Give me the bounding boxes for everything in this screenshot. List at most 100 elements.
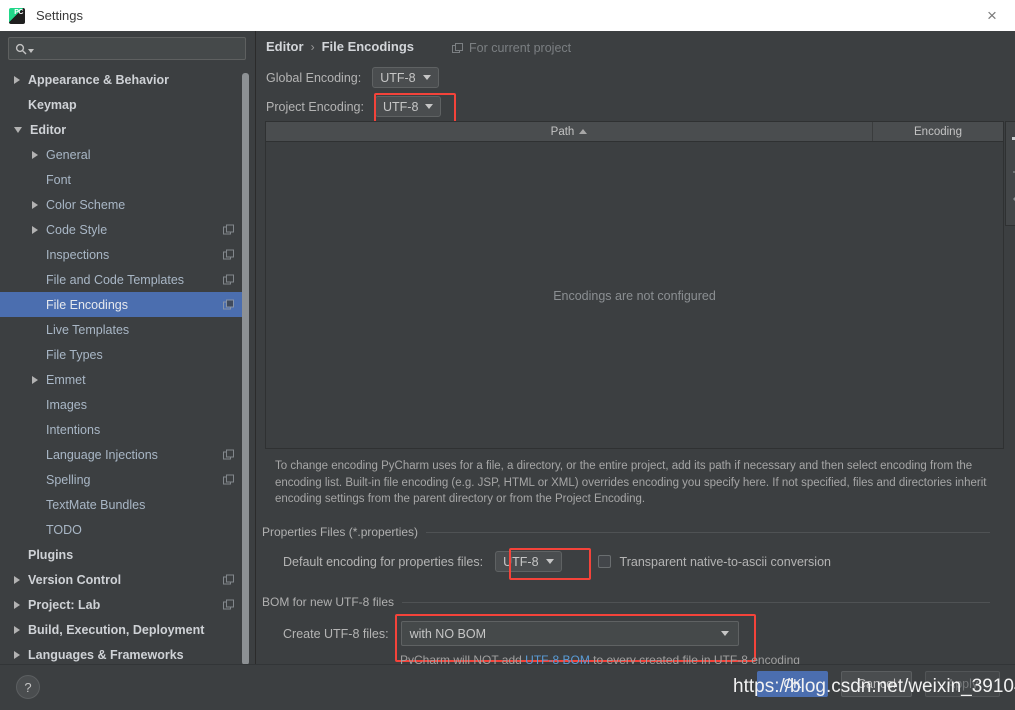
bom-create-select[interactable]: with NO BOM (400, 621, 739, 646)
add-button[interactable] (1005, 122, 1015, 155)
transparent-conversion-checkbox[interactable] (597, 555, 611, 568)
sidebar-item-emmet[interactable]: Emmet (0, 367, 248, 392)
breadcrumb-separator-icon: › (310, 39, 315, 54)
sidebar-item-spelling[interactable]: Spelling (0, 467, 248, 492)
project-scope-icon (223, 474, 234, 485)
sidebar-item-font[interactable]: Font (0, 167, 248, 192)
sidebar-item-label: Appearance & Behavior (28, 72, 170, 87)
sidebar-item-label: TODO (46, 522, 82, 537)
sidebar-item-color-scheme[interactable]: Color Scheme (0, 192, 248, 217)
chevron-right-icon[interactable] (14, 75, 20, 84)
search-input[interactable] (38, 41, 245, 56)
section-divider (402, 601, 990, 603)
chevron-right-icon[interactable] (14, 625, 20, 634)
sidebar-item-label: Code Style (46, 222, 108, 237)
sidebar-item-images[interactable]: Images (0, 392, 248, 417)
bom-create-row: Create UTF-8 files: with NO BOM (283, 621, 739, 646)
sidebar-item-editor[interactable]: Editor (0, 117, 248, 142)
chevron-right-icon[interactable] (32, 225, 38, 234)
sidebar-item-todo[interactable]: TODO (0, 517, 248, 542)
sidebar-item-label: Languages & Frameworks (28, 647, 184, 662)
sidebar-item-code-style[interactable]: Code Style (0, 217, 248, 242)
edit-button[interactable] (1005, 188, 1015, 221)
scope-note: For current project (452, 41, 571, 55)
sidebar-item-plugins[interactable]: Plugins (0, 542, 248, 567)
help-button[interactable]: ? (16, 675, 40, 699)
properties-encoding-row: Default encoding for properties files: U… (283, 551, 831, 572)
settings-window: PC Settings × Appearance & Behavior Keyma… (0, 0, 1015, 710)
global-encoding-row: Global Encoding: UTF-8 (266, 67, 439, 88)
section-divider (426, 531, 990, 533)
sidebar-item-label: Language Injections (46, 447, 158, 462)
sidebar-item-appearance-behavior[interactable]: Appearance & Behavior (0, 67, 248, 92)
settings-sidebar: Appearance & Behavior Keymap Editor General… (0, 31, 256, 664)
sidebar-item-textmate-bundles[interactable]: TextMate Bundles (0, 492, 248, 517)
project-scope-icon (452, 42, 463, 54)
close-icon[interactable]: × (969, 0, 1015, 30)
chevron-right-icon[interactable] (14, 600, 20, 609)
sidebar-item-label: Plugins (28, 547, 74, 562)
chevron-right-icon[interactable] (32, 150, 38, 159)
search-dropdown-icon[interactable] (28, 48, 34, 53)
remove-button[interactable] (1005, 155, 1015, 188)
pycharm-logo-text: PC (14, 8, 23, 16)
sidebar-item-file-encodings[interactable]: File Encodings (0, 292, 248, 317)
search-icon (15, 43, 34, 55)
chevron-down-icon (425, 104, 434, 109)
search-field-wrapper (8, 37, 246, 60)
sort-ascending-icon (579, 129, 588, 134)
bom-section-header: BOM for new UTF-8 files (262, 595, 990, 609)
column-header-encoding[interactable]: Encoding (873, 122, 1003, 141)
project-encoding-label: Project Encoding: (266, 99, 364, 114)
search-box[interactable] (8, 37, 246, 60)
table-header-row: Path Encoding (266, 122, 1003, 142)
sidebar-item-general[interactable]: General (0, 142, 248, 167)
sidebar-scrollbar[interactable] (242, 73, 249, 664)
bom-create-label: Create UTF-8 files: (283, 626, 389, 641)
chevron-right-icon[interactable] (32, 375, 38, 384)
project-encoding-row: Project Encoding: UTF-8 (266, 96, 442, 117)
encodings-help-text: To change encoding PyCharm uses for a fi… (275, 460, 987, 505)
chevron-right-icon[interactable] (14, 650, 20, 659)
transparent-conversion-label: Transparent native-to-ascii conversion (619, 554, 831, 569)
project-scope-icon (223, 599, 234, 610)
sidebar-item-label: Spelling (46, 472, 91, 487)
sidebar-item-keymap[interactable]: Keymap (0, 92, 248, 117)
sidebar-item-language-injections[interactable]: Language Injections (0, 442, 248, 467)
encodings-table: Path Encoding Encodings are not configur… (265, 121, 1004, 449)
sidebar-item-languages-frameworks[interactable]: Languages & Frameworks (0, 642, 248, 664)
column-header-path[interactable]: Path (266, 122, 873, 141)
breadcrumb-parent[interactable]: Editor (266, 39, 304, 54)
chevron-down-icon[interactable] (14, 126, 22, 133)
properties-encoding-select[interactable]: UTF-8 (495, 551, 562, 572)
sidebar-item-label: General (46, 147, 91, 162)
chevron-right-icon[interactable] (32, 200, 38, 209)
sidebar-item-version-control[interactable]: Version Control (0, 567, 248, 592)
sidebar-item-label: Images (46, 397, 87, 412)
sidebar-scrollbar-thumb[interactable] (242, 73, 249, 664)
sidebar-item-live-templates[interactable]: Live Templates (0, 317, 248, 342)
project-scope-icon (223, 299, 234, 310)
chevron-right-icon[interactable] (14, 575, 20, 584)
project-encoding-select[interactable]: UTF-8 (374, 96, 442, 117)
sidebar-item-label: Editor (30, 122, 67, 137)
sidebar-item-project-lab[interactable]: Project: Lab (0, 592, 248, 617)
settings-tree: Appearance & Behavior Keymap Editor General… (0, 67, 248, 664)
sidebar-item-intentions[interactable]: Intentions (0, 417, 248, 442)
sidebar-item-file-and-code-templates[interactable]: File and Code Templates (0, 267, 248, 292)
chevron-down-icon (422, 75, 431, 80)
table-body: Encodings are not configured (266, 142, 1003, 450)
sidebar-item-file-types[interactable]: File Types (0, 342, 248, 367)
sidebar-item-label: Keymap (28, 97, 77, 112)
project-scope-icon (223, 449, 234, 460)
sidebar-item-inspections[interactable]: Inspections (0, 242, 248, 267)
sidebar-item-build-execution-deployment[interactable]: Build, Execution, Deployment (0, 617, 248, 642)
global-encoding-select[interactable]: UTF-8 (372, 67, 439, 88)
